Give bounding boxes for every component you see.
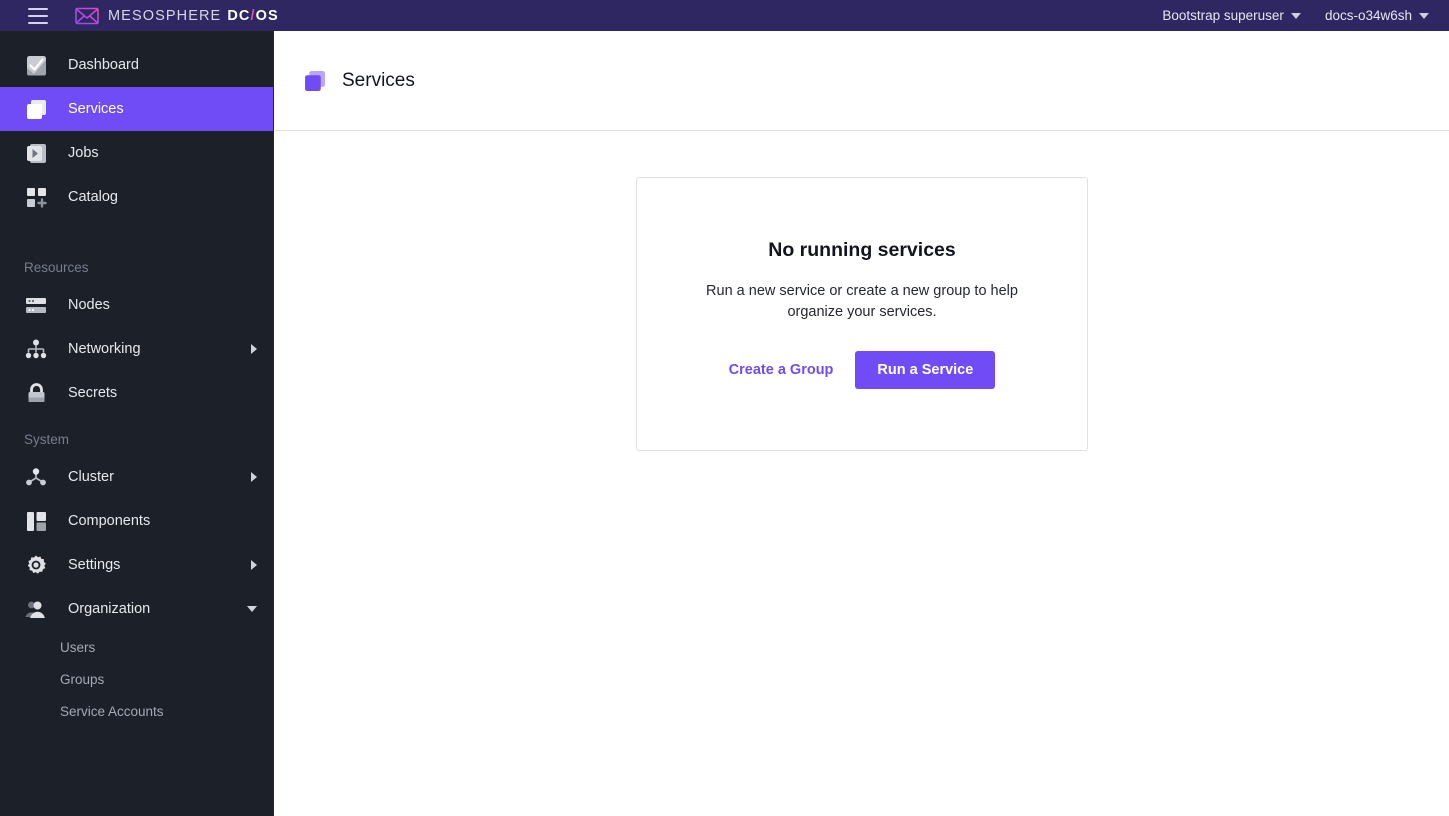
run-service-button[interactable]: Run a Service <box>855 350 996 389</box>
chevron-right-icon <box>251 560 257 570</box>
user-menu-dropdown[interactable]: Bootstrap superuser <box>1162 8 1301 23</box>
sidebar-item-catalog[interactable]: Catalog <box>0 175 273 219</box>
sidebar-item-label: Catalog <box>68 189 118 205</box>
sidebar-item-dashboard[interactable]: Dashboard <box>0 43 273 87</box>
hamburger-bar <box>28 14 48 17</box>
header-left-group: MESOSPHERE DC/OS <box>0 7 279 25</box>
sidebar-item-label: Organization <box>68 601 151 617</box>
hamburger-icon[interactable] <box>28 7 48 24</box>
sidebar-item-label: Networking <box>68 341 141 357</box>
sidebar-subitem-service-accounts[interactable]: Service Accounts <box>0 695 273 727</box>
brand-product-dc: DC <box>227 7 251 24</box>
brand-name: MESOSPHERE <box>108 7 222 24</box>
cluster-menu-dropdown[interactable]: docs-o34w6sh <box>1325 8 1429 23</box>
cluster-icon <box>24 465 48 489</box>
sidebar-item-components[interactable]: Components <box>0 499 273 543</box>
user-menu-label: Bootstrap superuser <box>1162 8 1284 23</box>
empty-state-panel: No running services Run a new service or… <box>636 177 1088 451</box>
sidebar-item-nodes[interactable]: Nodes <box>0 283 273 327</box>
sidebar-subitem-label: Service Accounts <box>60 703 164 719</box>
hamburger-bar <box>28 21 48 24</box>
sidebar-subitem-label: Groups <box>60 671 105 687</box>
empty-state-wrapper: No running services Run a new service or… <box>275 131 1449 451</box>
sidebar-item-label: Settings <box>68 557 121 573</box>
empty-state-description: Run a new service or create a new group … <box>706 283 1018 320</box>
services-icon <box>24 97 48 121</box>
sidebar-section-resources: Resources <box>0 243 273 283</box>
sidebar-subitem-groups[interactable]: Groups <box>0 663 273 695</box>
brand-product: DC/OS <box>227 8 278 24</box>
sidebar-item-secrets[interactable]: Secrets <box>0 371 273 415</box>
sidebar-item-organization[interactable]: Organization <box>0 587 273 631</box>
app-root: MESOSPHERE DC/OS Bootstrap superuser doc… <box>0 0 1449 816</box>
dashboard-icon <box>24 53 48 77</box>
empty-state-title: No running services <box>768 239 956 262</box>
brand-text: MESOSPHERE DC/OS <box>108 8 279 24</box>
components-icon <box>24 509 48 533</box>
page-header: Services <box>275 31 1449 131</box>
chevron-down-icon <box>1290 12 1301 19</box>
hamburger-bar <box>28 7 48 10</box>
sidebar-item-settings[interactable]: Settings <box>0 543 273 587</box>
sidebar-subitem-label: Users <box>60 639 96 655</box>
organization-icon <box>24 597 48 621</box>
brand-product-os: OS <box>255 7 279 24</box>
sidebar-item-services[interactable]: Services <box>0 87 273 131</box>
sidebar-section-label: Resources <box>24 260 89 275</box>
sidebar-item-networking[interactable]: Networking <box>0 327 273 371</box>
settings-icon <box>24 553 48 577</box>
services-page-icon <box>305 70 325 91</box>
cluster-menu-label: docs-o34w6sh <box>1324 8 1412 23</box>
brand-logo-link[interactable]: MESOSPHERE DC/OS <box>75 7 279 25</box>
secrets-icon <box>24 381 48 405</box>
chevron-down-icon <box>247 606 257 612</box>
sidebar-top-spacer <box>0 31 273 43</box>
networking-icon <box>24 337 48 361</box>
jobs-icon <box>24 141 48 165</box>
top-header-bar: MESOSPHERE DC/OS Bootstrap superuser doc… <box>0 0 1449 31</box>
create-group-link[interactable]: Create a Group <box>729 362 834 378</box>
sidebar-item-label: Dashboard <box>68 57 139 73</box>
nodes-icon <box>24 293 48 317</box>
sidebar-subitem-users[interactable]: Users <box>0 631 273 663</box>
main-content: Services No running services Run a new s… <box>275 31 1449 816</box>
sidebar-item-label: Services <box>68 101 124 117</box>
sidebar-section-system: System <box>0 415 273 455</box>
sidebar-navigation: Dashboard Services Jobs Catalog Resource… <box>0 31 274 816</box>
sidebar-item-label: Secrets <box>68 385 118 401</box>
chevron-down-icon <box>1419 12 1429 19</box>
sidebar-item-cluster[interactable]: Cluster <box>0 455 273 499</box>
chevron-right-icon <box>251 472 257 482</box>
header-right-group: Bootstrap superuser docs-o34w6sh <box>1138 8 1449 23</box>
sidebar-item-label: Cluster <box>68 469 114 485</box>
sidebar-item-label: Nodes <box>68 297 110 313</box>
chevron-right-icon <box>251 344 257 354</box>
sidebar-section-label: System <box>24 432 70 447</box>
mesosphere-logo-icon <box>75 7 99 24</box>
sidebar-item-label: Jobs <box>68 145 99 161</box>
page-title: Services <box>342 69 415 91</box>
sidebar-item-label: Components <box>68 513 151 529</box>
catalog-icon <box>24 185 48 209</box>
sidebar-item-jobs[interactable]: Jobs <box>0 131 273 175</box>
empty-state-actions: Create a Group Run a Service <box>729 350 996 389</box>
